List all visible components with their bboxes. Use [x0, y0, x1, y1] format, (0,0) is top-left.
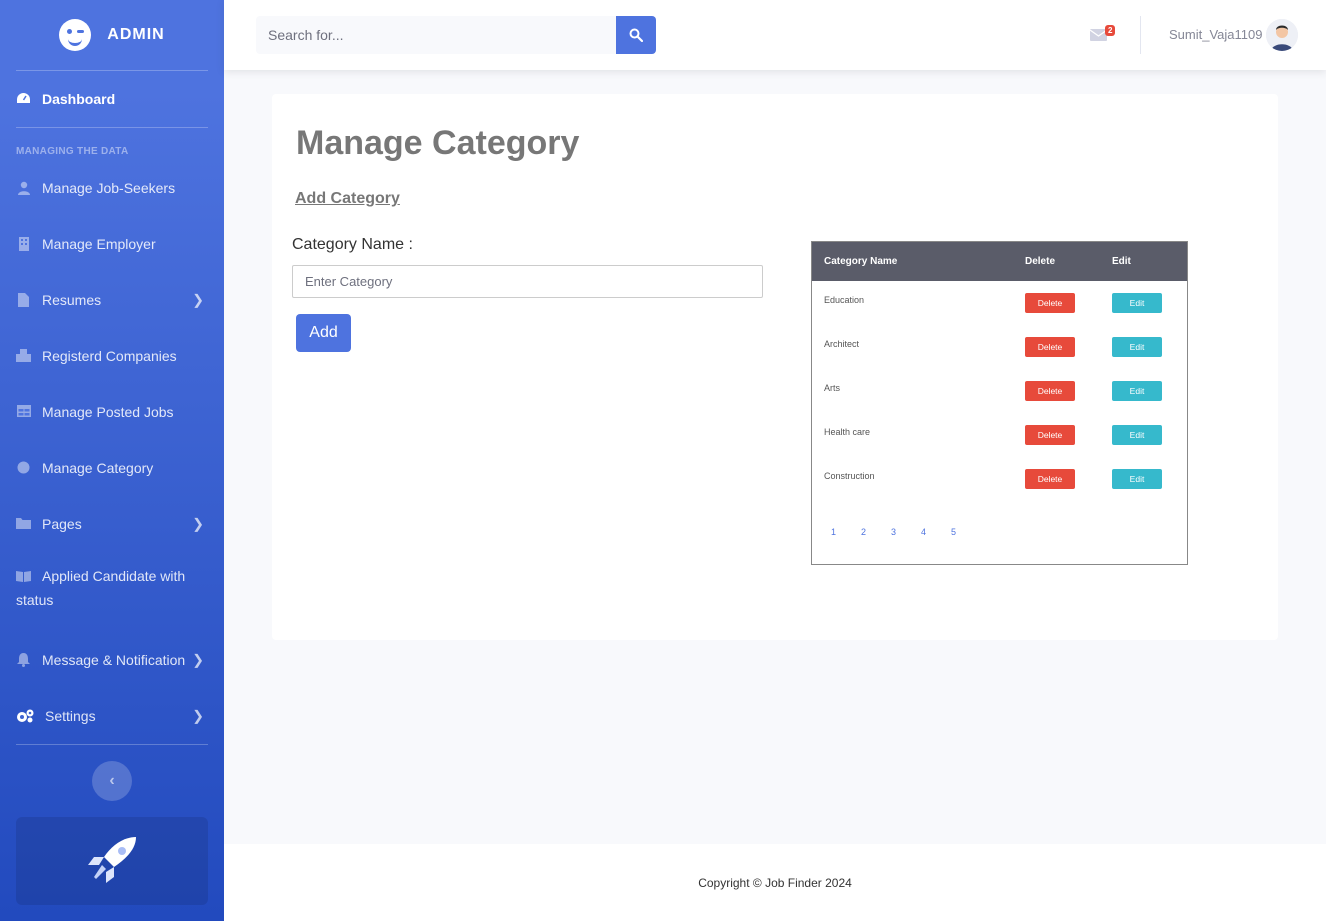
add-button[interactable]: Add — [296, 314, 351, 352]
file-icon — [16, 293, 31, 307]
tachometer-icon — [16, 92, 31, 106]
search-group — [256, 16, 656, 54]
sidebar-heading: MANAGING THE DATA — [16, 146, 129, 157]
table-icon — [16, 405, 31, 419]
edit-button[interactable]: Edit — [1112, 381, 1162, 401]
page-link-3[interactable]: 3 — [890, 527, 897, 537]
sidebar-item-applied-candidate[interactable]: Applied Candidate with status — [0, 552, 224, 632]
category-name-input[interactable] — [292, 265, 763, 298]
rocket-icon — [88, 837, 136, 883]
add-category-link[interactable]: Add Category — [295, 190, 400, 208]
manage-category-card: Manage Category Add Category Category Na… — [272, 94, 1278, 640]
brand[interactable]: ADMIN — [0, 0, 224, 70]
sidebar-item-label: Settings — [45, 708, 96, 724]
sidebar-item-employer[interactable]: Manage Employer — [0, 216, 224, 272]
edit-button[interactable]: Edit — [1112, 293, 1162, 313]
search-input[interactable] — [256, 16, 616, 54]
edit-button[interactable]: Edit — [1112, 337, 1162, 357]
search-icon — [629, 28, 643, 42]
sidebar-item-label: Manage Posted Jobs — [42, 404, 174, 420]
user-name[interactable]: Sumit_Vaja1109 — [1169, 27, 1262, 42]
category-name-cell: Arts — [824, 383, 841, 393]
briefcase-icon — [16, 349, 31, 363]
sidebar-item-label: Dashboard — [42, 91, 116, 107]
sidebar-item-label: Manage Job-Seekers — [42, 180, 176, 196]
sidebar-divider — [16, 744, 208, 745]
chevron-right-icon: ❯ — [192, 707, 204, 724]
column-header-name: Category Name — [824, 256, 898, 267]
edit-button[interactable]: Edit — [1112, 425, 1162, 445]
book-open-icon — [16, 570, 31, 584]
delete-button[interactable]: Delete — [1025, 381, 1075, 401]
table-row: Architect Delete Edit — [812, 325, 1187, 369]
sidebar-item-dashboard[interactable]: Dashboard — [0, 71, 224, 127]
sidebar-item-companies[interactable]: Registerd Companies — [0, 328, 224, 384]
sidebar-item-messages[interactable]: Message & Notification ❯ — [0, 632, 224, 688]
table-header: Category Name Delete Edit — [812, 242, 1187, 281]
chevron-right-icon: ❯ — [192, 515, 204, 532]
cogs-icon — [16, 709, 34, 723]
sidebar-item-label: Manage Employer — [42, 236, 156, 252]
copyright-text: Copyright © Job Finder 2024 — [698, 875, 852, 890]
sidebar-item-label: Registerd Companies — [42, 348, 177, 364]
table-row: Health care Delete Edit — [812, 413, 1187, 457]
sidebar-item-settings[interactable]: Settings ❯ — [0, 688, 224, 744]
page-link-5[interactable]: 5 — [950, 527, 957, 537]
category-name-cell: Health care — [824, 427, 871, 437]
pagination: 1 2 3 4 5 — [830, 527, 957, 537]
sidebar-item-label: Message & Notification — [42, 652, 186, 668]
page-link-4[interactable]: 4 — [920, 527, 927, 537]
chevron-left-icon: ‹ — [109, 772, 115, 789]
avatar[interactable] — [1266, 19, 1298, 51]
sidebar-item-pages[interactable]: Pages ❯ — [0, 496, 224, 552]
category-table: Category Name Delete Edit Education Dele… — [811, 241, 1188, 565]
chevron-right-icon: ❯ — [192, 291, 204, 308]
delete-button[interactable]: Delete — [1025, 337, 1075, 357]
category-name-label: Category Name : — [292, 236, 413, 253]
category-name-cell: Education — [824, 295, 865, 305]
laugh-wink-icon — [59, 19, 92, 51]
delete-button[interactable]: Delete — [1025, 469, 1075, 489]
delete-button[interactable]: Delete — [1025, 293, 1075, 313]
sidebar-item-posted-jobs[interactable]: Manage Posted Jobs — [0, 384, 224, 440]
topbar-divider — [1140, 16, 1141, 54]
user-icon — [16, 181, 31, 195]
table-row: Education Delete Edit — [812, 281, 1187, 325]
page-link-2[interactable]: 2 — [860, 527, 867, 537]
page-title: Manage Category — [296, 124, 580, 162]
brand-title: ADMIN — [107, 26, 165, 43]
table-row: Arts Delete Edit — [812, 369, 1187, 413]
table-row: Construction Delete Edit — [812, 457, 1187, 501]
column-header-edit: Edit — [1112, 256, 1131, 267]
sidebar-promo — [16, 817, 208, 905]
sidebar-item-label: Pages — [42, 516, 82, 532]
delete-button[interactable]: Delete — [1025, 425, 1075, 445]
footer: Copyright © Job Finder 2024 — [224, 844, 1326, 921]
sidebar-toggle-button[interactable]: ‹ — [92, 761, 132, 801]
circle-icon — [16, 461, 31, 475]
building-icon — [16, 237, 31, 251]
sidebar-item-resumes[interactable]: Resumes ❯ — [0, 272, 224, 328]
folder-icon — [16, 517, 31, 531]
topbar: 2 Sumit_Vaja1109 — [224, 0, 1326, 70]
sidebar-item-category[interactable]: Manage Category — [0, 440, 224, 496]
bell-icon — [16, 653, 31, 667]
category-name-cell: Construction — [824, 471, 875, 481]
sidebar-item-label: Applied Candidate with status — [16, 568, 186, 608]
sidebar-item-label: Resumes — [42, 292, 102, 308]
category-name-cell: Architect — [824, 339, 860, 349]
sidebar: ADMIN Dashboard MANAGING THE DATA Manage… — [0, 0, 224, 921]
column-header-delete: Delete — [1025, 256, 1056, 267]
sidebar-item-label: Manage Category — [42, 460, 154, 476]
edit-button[interactable]: Edit — [1112, 469, 1162, 489]
message-count-badge: 2 — [1105, 25, 1116, 36]
sidebar-item-job-seekers[interactable]: Manage Job-Seekers — [0, 160, 224, 216]
search-button[interactable] — [616, 16, 656, 54]
chevron-right-icon: ❯ — [192, 651, 204, 668]
page-link-1[interactable]: 1 — [830, 527, 837, 537]
